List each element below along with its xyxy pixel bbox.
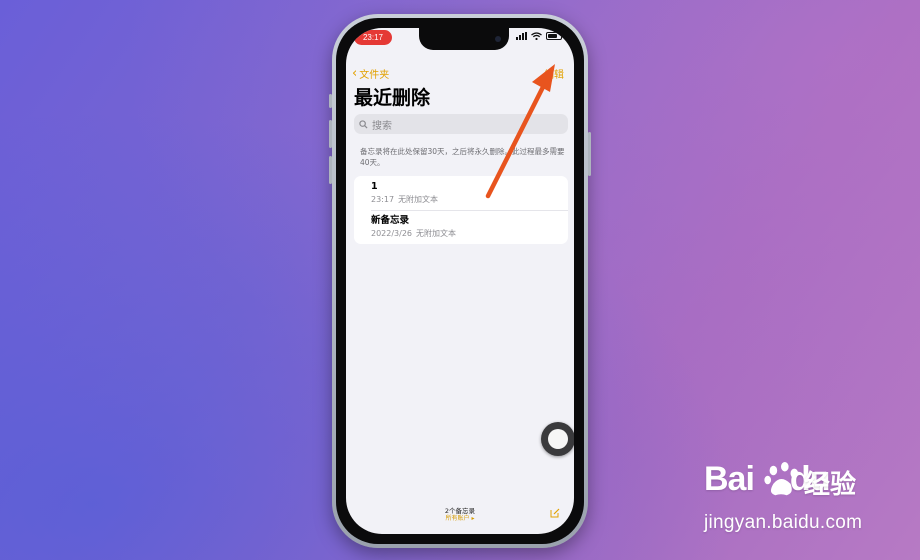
compose-icon[interactable] xyxy=(550,508,560,518)
search-input[interactable]: 搜索 xyxy=(354,114,568,134)
note-time: 2022/3/26 xyxy=(371,229,413,238)
note-meta: 23:17 无附加文本 xyxy=(371,194,568,205)
baidu-watermark: Bai du 经验 jingyan.baidu.com xyxy=(704,460,904,540)
chevron-left-icon: ‹ xyxy=(352,65,358,81)
baidu-brand: 经验 xyxy=(804,470,857,500)
page-title: 最近删除 xyxy=(354,87,431,109)
note-row[interactable]: 1 23:17 无附加文本 xyxy=(354,176,568,210)
status-icons xyxy=(516,32,562,40)
screen: 23:17 ‹ 文件夹 编辑 最近删除 搜索 备忘录将在此处保留30天，之后将永… xyxy=(346,28,574,534)
note-time: 23:17 xyxy=(371,195,395,204)
volume-up-button xyxy=(329,120,332,148)
note-count: 2个备忘录 xyxy=(444,507,476,515)
note-title: 1 xyxy=(371,181,378,192)
battery-icon xyxy=(546,32,562,40)
status-time: 23:17 xyxy=(354,30,392,45)
phone-bezel: 23:17 ‹ 文件夹 编辑 最近删除 搜索 备忘录将在此处保留30天，之后将永… xyxy=(336,18,584,544)
silent-switch xyxy=(329,94,332,108)
note-preview: 无附加文本 xyxy=(398,195,439,204)
phone-frame: 23:17 ‹ 文件夹 编辑 最近删除 搜索 备忘录将在此处保留30天，之后将永… xyxy=(329,14,591,548)
note-preview: 无附加文本 xyxy=(416,229,457,238)
back-button[interactable]: ‹ 文件夹 xyxy=(352,65,390,82)
signal-icon xyxy=(516,32,527,40)
power-button xyxy=(588,132,591,176)
assistive-touch-icon[interactable] xyxy=(541,422,574,456)
camera-icon xyxy=(495,36,501,42)
notes-list: 1 23:17 无附加文本 新备忘录 2022/3/26 无附加文本 xyxy=(354,176,568,244)
paw-icon xyxy=(764,461,799,496)
search-placeholder: 搜索 xyxy=(372,120,392,132)
account-filter[interactable]: 所有账户 ▸ xyxy=(346,515,574,523)
note-title: 新备忘录 xyxy=(371,215,410,226)
retention-info: 备忘录将在此处保留30天，之后将永久删除。此过程最多需要40天。 xyxy=(360,147,565,167)
footer: 2个备忘录 所有账户 ▸ xyxy=(346,507,574,523)
notch xyxy=(419,28,509,50)
edit-button[interactable]: 编辑 xyxy=(544,66,564,81)
volume-down-button xyxy=(329,156,332,184)
note-row[interactable]: 新备忘录 2022/3/26 无附加文本 xyxy=(354,210,568,244)
note-meta: 2022/3/26 无附加文本 xyxy=(371,228,568,239)
back-button-label: 文件夹 xyxy=(359,70,390,81)
search-icon xyxy=(359,119,368,129)
wifi-icon xyxy=(531,32,542,40)
baidu-url: jingyan.baidu.com xyxy=(704,512,863,533)
